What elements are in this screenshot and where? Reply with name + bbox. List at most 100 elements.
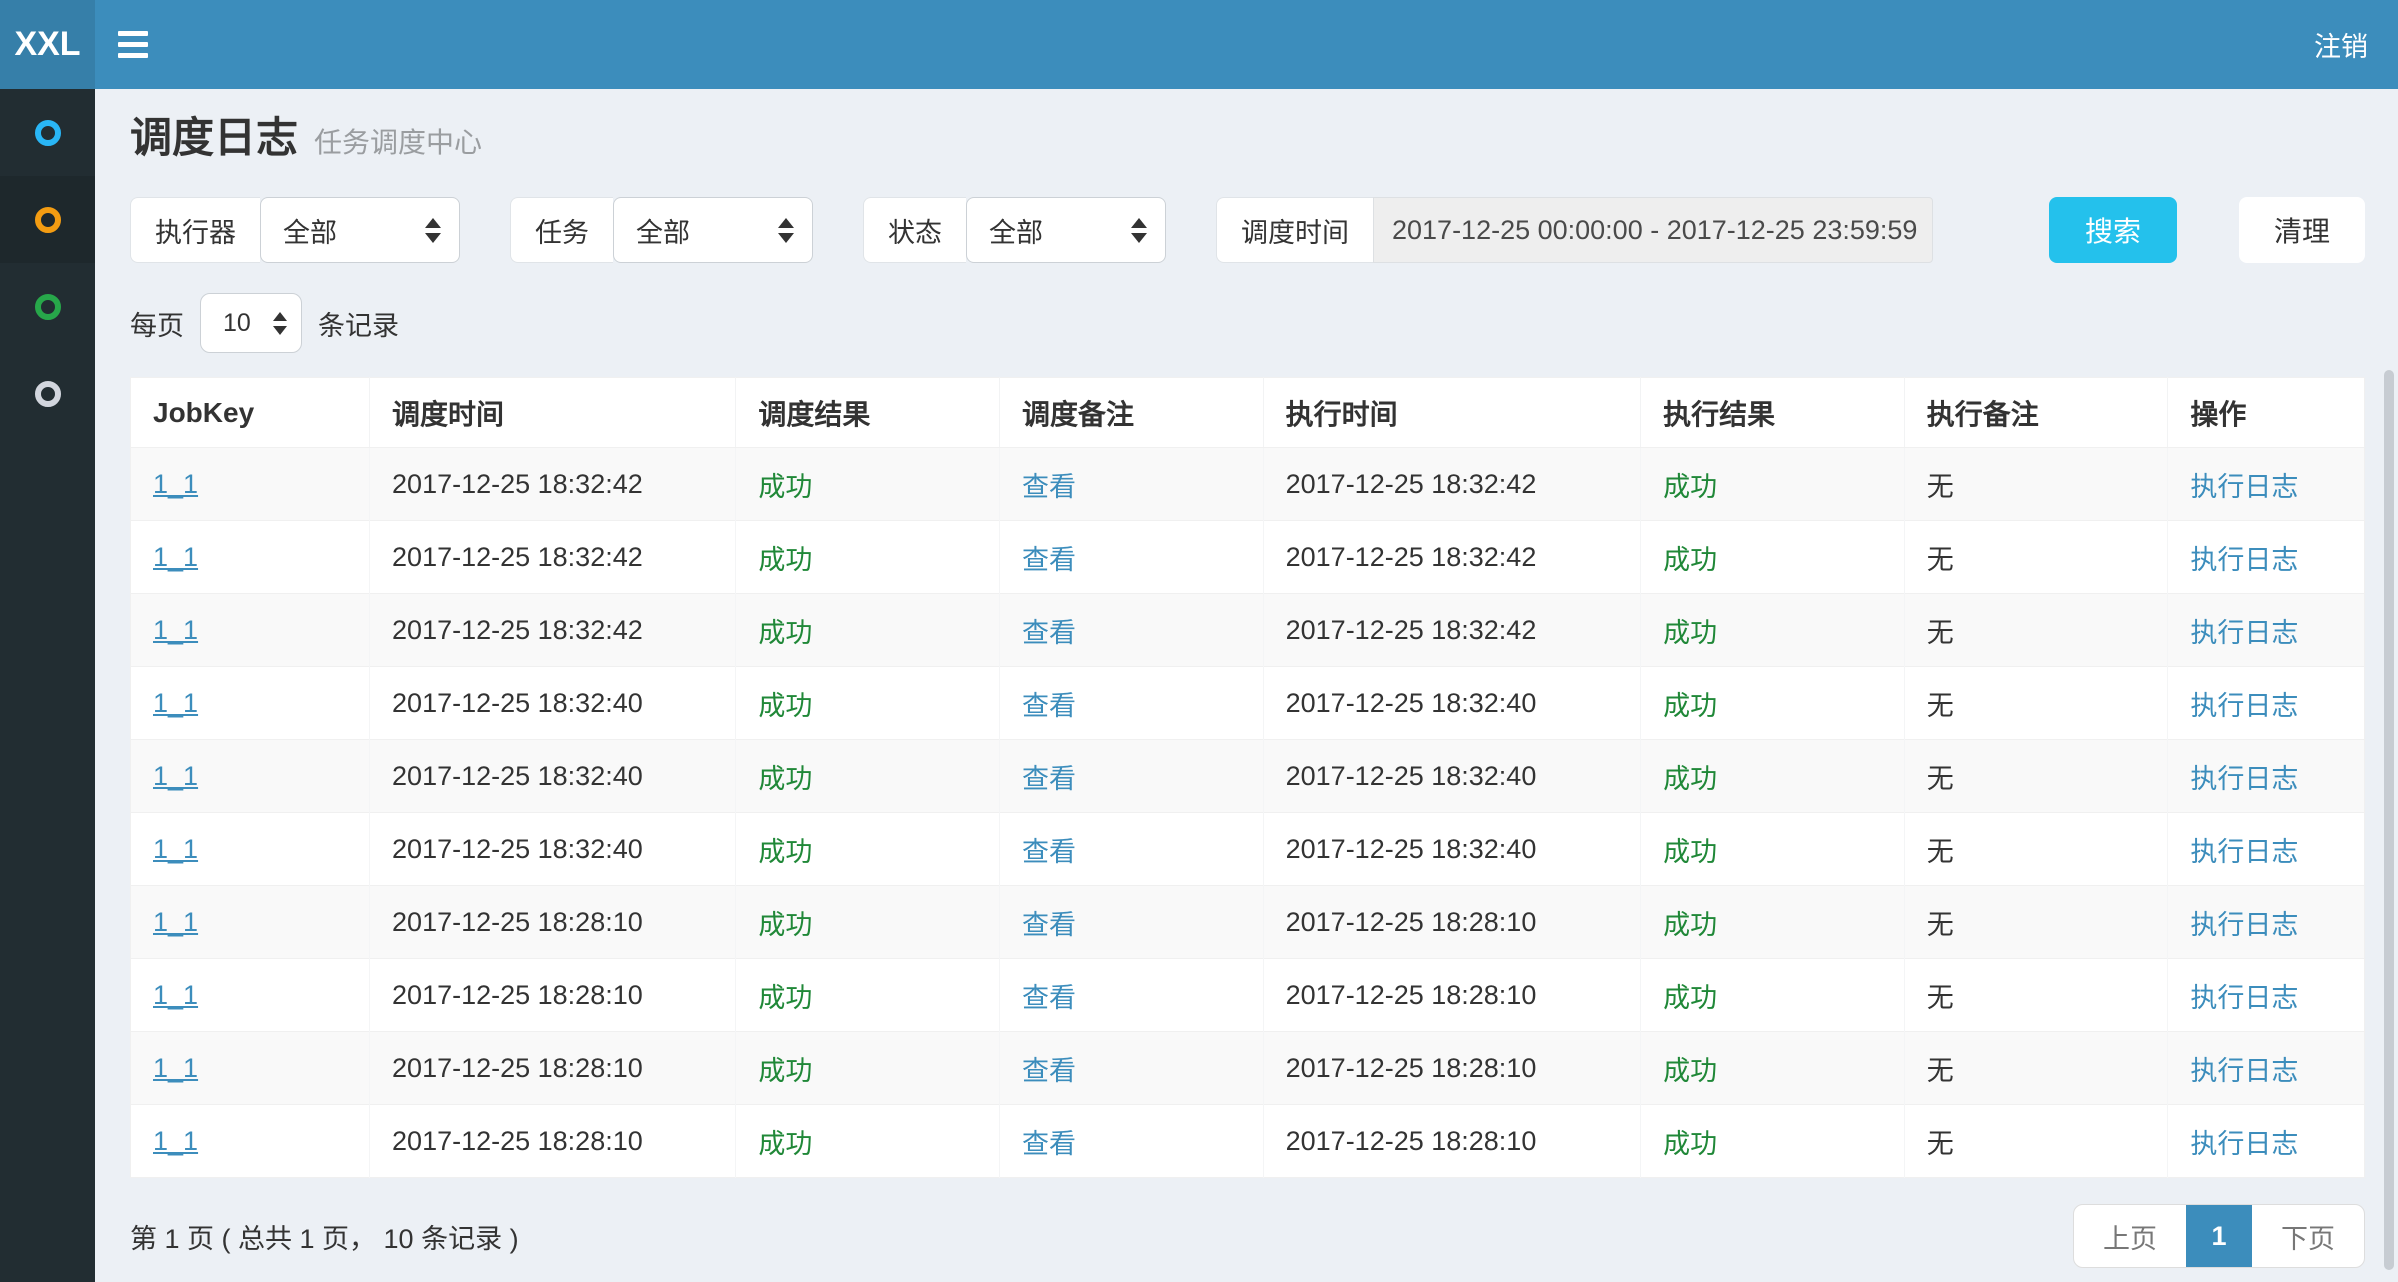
current-page-button[interactable]: 1 (2186, 1205, 2252, 1267)
cell-trigger-result: 成功 (736, 1032, 1000, 1105)
sidebar-toggle-button[interactable] (95, 0, 171, 89)
select-arrows-icon (778, 218, 794, 243)
jobkey-link[interactable]: 1_1 (153, 907, 198, 937)
handle-result-text: 成功 (1663, 1129, 1717, 1159)
jobkey-link[interactable]: 1_1 (153, 615, 198, 645)
execution-log-link[interactable]: 执行日志 (2190, 618, 2298, 648)
cell-handle-time: 2017-12-25 18:28:10 (1263, 1105, 1641, 1178)
execution-log-link[interactable]: 执行日志 (2190, 1129, 2298, 1159)
cell-trigger-time: 2017-12-25 18:28:10 (370, 959, 736, 1032)
execution-log-link[interactable]: 执行日志 (2190, 983, 2298, 1013)
handle-result-text: 成功 (1663, 910, 1717, 940)
view-trigger-msg-link[interactable]: 查看 (1022, 472, 1076, 502)
executor-filter-select[interactable]: 全部 (260, 197, 460, 263)
cell-handle-time: 2017-12-25 18:32:42 (1263, 594, 1641, 667)
cell-jobkey: 1_1 (131, 448, 370, 521)
cell-trigger-msg: 查看 (1000, 594, 1264, 667)
cell-handle-time: 2017-12-25 18:32:42 (1263, 448, 1641, 521)
cell-action: 执行日志 (2168, 886, 2365, 959)
execution-log-link[interactable]: 执行日志 (2190, 910, 2298, 940)
cell-trigger-result: 成功 (736, 448, 1000, 521)
handle-result-text: 成功 (1663, 1056, 1717, 1086)
view-trigger-msg-link[interactable]: 查看 (1022, 983, 1076, 1013)
cell-handle-result: 成功 (1641, 1032, 1905, 1105)
sidebar-item-menu-2[interactable] (0, 176, 95, 263)
view-trigger-msg-link[interactable]: 查看 (1022, 1056, 1076, 1086)
view-trigger-msg-link[interactable]: 查看 (1022, 545, 1076, 575)
table-row: 1_1 2017-12-25 18:32:40 成功 查看 2017-12-25… (131, 667, 2365, 740)
view-trigger-msg-link[interactable]: 查看 (1022, 764, 1076, 794)
jobkey-link[interactable]: 1_1 (153, 688, 198, 718)
clear-log-button[interactable]: 清理 (2239, 197, 2365, 263)
cell-handle-msg: 无 (1904, 740, 2168, 813)
cell-trigger-result: 成功 (736, 886, 1000, 959)
execution-log-link[interactable]: 执行日志 (2190, 837, 2298, 867)
view-trigger-msg-link[interactable]: 查看 (1022, 618, 1076, 648)
cell-trigger-msg: 查看 (1000, 1105, 1264, 1178)
view-trigger-msg-link[interactable]: 查看 (1022, 837, 1076, 867)
hamburger-icon (118, 31, 148, 58)
cell-handle-result: 成功 (1641, 886, 1905, 959)
sidebar-item-menu-1[interactable] (0, 89, 95, 176)
filter-toolbar: 执行器 全部 任务 全部 状态 全部 调度时间 2017-12-25 00: (130, 197, 2365, 263)
jobkey-link[interactable]: 1_1 (153, 834, 198, 864)
cell-trigger-msg: 查看 (1000, 667, 1264, 740)
cell-jobkey: 1_1 (131, 813, 370, 886)
trigger-result-text: 成功 (758, 472, 812, 502)
col-jobkey: JobKey (131, 378, 370, 448)
trigger-time-range-input[interactable]: 2017-12-25 00:00:00 - 2017-12-25 23:59:5… (1373, 197, 1933, 263)
trigger-result-text: 成功 (758, 983, 812, 1013)
cell-trigger-time: 2017-12-25 18:32:40 (370, 813, 736, 886)
cell-jobkey: 1_1 (131, 667, 370, 740)
jobkey-link[interactable]: 1_1 (153, 1053, 198, 1083)
search-button[interactable]: 搜索 (2049, 197, 2177, 263)
view-trigger-msg-link[interactable]: 查看 (1022, 691, 1076, 721)
cell-trigger-time: 2017-12-25 18:32:42 (370, 448, 736, 521)
job-filter-select[interactable]: 全部 (613, 197, 813, 263)
trigger-result-text: 成功 (758, 1129, 812, 1159)
circle-o-icon (35, 381, 61, 407)
view-trigger-msg-link[interactable]: 查看 (1022, 910, 1076, 940)
page-size-select[interactable]: 10 (200, 293, 302, 353)
scrollbar-thumb[interactable] (2384, 370, 2394, 1270)
jobkey-link[interactable]: 1_1 (153, 980, 198, 1010)
job-filter-label: 任务 (510, 197, 613, 263)
cell-handle-time: 2017-12-25 18:32:40 (1263, 813, 1641, 886)
cell-trigger-time: 2017-12-25 18:32:40 (370, 740, 736, 813)
page-subtitle: 任务调度中心 (314, 121, 482, 161)
jobkey-link[interactable]: 1_1 (153, 1126, 198, 1156)
execution-log-link[interactable]: 执行日志 (2190, 1056, 2298, 1086)
sidebar-item-menu-3[interactable] (0, 263, 95, 350)
page-size-row: 每页 10 条记录 (130, 293, 2365, 353)
prev-page-button[interactable]: 上页 (2074, 1205, 2186, 1267)
table-row: 1_1 2017-12-25 18:32:42 成功 查看 2017-12-25… (131, 594, 2365, 667)
execution-log-link[interactable]: 执行日志 (2190, 764, 2298, 794)
cell-handle-time: 2017-12-25 18:28:10 (1263, 1032, 1641, 1105)
jobkey-link[interactable]: 1_1 (153, 761, 198, 791)
logout-link[interactable]: 注销 (2284, 0, 2398, 89)
cell-action: 执行日志 (2168, 740, 2365, 813)
status-filter-select[interactable]: 全部 (966, 197, 1166, 263)
table-row: 1_1 2017-12-25 18:32:42 成功 查看 2017-12-25… (131, 448, 2365, 521)
view-trigger-msg-link[interactable]: 查看 (1022, 1129, 1076, 1159)
jobkey-link[interactable]: 1_1 (153, 542, 198, 572)
next-page-button[interactable]: 下页 (2252, 1205, 2364, 1267)
execution-log-link[interactable]: 执行日志 (2190, 472, 2298, 502)
handle-result-text: 成功 (1663, 983, 1717, 1013)
table-row: 1_1 2017-12-25 18:32:42 成功 查看 2017-12-25… (131, 521, 2365, 594)
cell-handle-time: 2017-12-25 18:28:10 (1263, 959, 1641, 1032)
sidebar-item-menu-4[interactable] (0, 350, 95, 437)
cell-trigger-msg: 查看 (1000, 1032, 1264, 1105)
cell-trigger-result: 成功 (736, 667, 1000, 740)
pagination-control: 上页 1 下页 (2073, 1204, 2365, 1268)
cell-handle-msg: 无 (1904, 521, 2168, 594)
trigger-result-text: 成功 (758, 837, 812, 867)
execution-log-link[interactable]: 执行日志 (2190, 691, 2298, 721)
trigger-result-text: 成功 (758, 618, 812, 648)
app-logo[interactable]: XXL (0, 0, 95, 89)
select-arrows-icon (425, 218, 441, 243)
handle-result-text: 成功 (1663, 691, 1717, 721)
jobkey-link[interactable]: 1_1 (153, 469, 198, 499)
execution-log-link[interactable]: 执行日志 (2190, 545, 2298, 575)
col-handle-result: 执行结果 (1641, 378, 1905, 448)
